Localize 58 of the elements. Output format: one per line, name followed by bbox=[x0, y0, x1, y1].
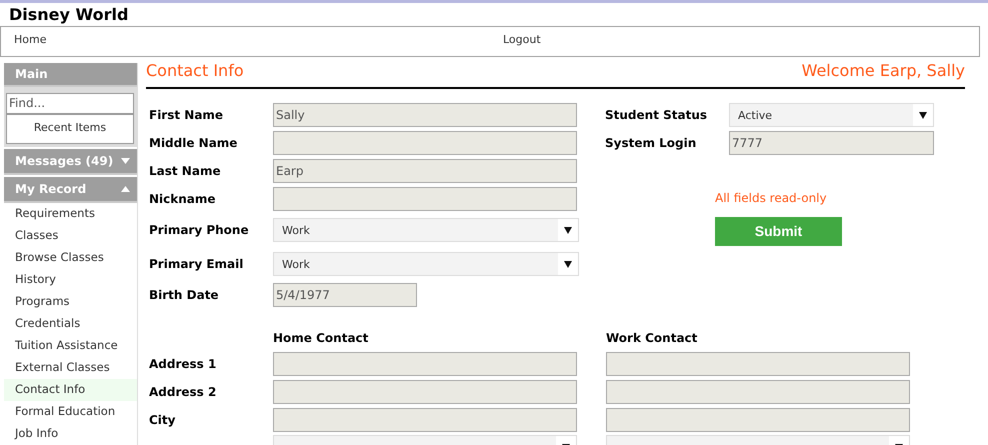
sidebar-item[interactable]: History bbox=[4, 269, 137, 291]
field-label: City bbox=[149, 413, 176, 427]
section-label: My Record bbox=[15, 181, 86, 198]
dropdown-field[interactable]: Work bbox=[273, 252, 579, 276]
dropdown-arrow-icon bbox=[564, 260, 572, 268]
sidebar-item[interactable]: Browse Classes bbox=[4, 247, 137, 269]
input-field[interactable]: Sally bbox=[273, 103, 577, 127]
input-field[interactable] bbox=[606, 380, 910, 404]
sidebar-item[interactable]: Credentials bbox=[4, 313, 137, 335]
dropdown-arrow-icon bbox=[564, 226, 572, 234]
app-title: Disney World bbox=[9, 5, 128, 25]
sidebar-item[interactable]: Classes bbox=[4, 225, 137, 247]
input-field[interactable] bbox=[273, 352, 577, 376]
nav-link[interactable]: Logout bbox=[503, 32, 541, 48]
section-label: Messages (49) bbox=[15, 153, 114, 170]
input-field[interactable]: Earp bbox=[273, 159, 577, 183]
sidebar-item[interactable]: Programs bbox=[4, 291, 137, 313]
field-label: System Login bbox=[605, 135, 698, 152]
field-label: First Name bbox=[149, 107, 224, 124]
dropdown-field[interactable]: Work bbox=[273, 218, 579, 242]
read-only-note: All fields read-only bbox=[715, 190, 827, 207]
dropdown-value: Active bbox=[738, 108, 772, 124]
sidebar-item[interactable]: Job Info bbox=[4, 423, 137, 445]
find-field[interactable]: Find... bbox=[6, 92, 134, 114]
field-label: Student Status bbox=[605, 107, 708, 124]
field-label: Primary Phone bbox=[149, 222, 250, 239]
dropdown-field[interactable]: Active bbox=[729, 103, 934, 127]
dropdown-value: Work bbox=[282, 222, 310, 239]
page-title: Contact Info bbox=[146, 60, 244, 82]
input-field[interactable] bbox=[273, 380, 577, 404]
caret-icon bbox=[121, 186, 130, 192]
dropdown-value: Work bbox=[282, 256, 310, 273]
field-label: Nickname bbox=[149, 191, 217, 208]
field-label: Address 2 bbox=[149, 385, 216, 399]
recent-items-box[interactable]: Recent Items bbox=[6, 114, 134, 144]
field-label: Primary Email bbox=[149, 256, 244, 273]
column-header: Home Contact bbox=[273, 330, 370, 347]
date-field[interactable]: 5/4/1977 bbox=[273, 283, 417, 307]
sidebar-item[interactable]: External Classes bbox=[4, 357, 137, 379]
column-header: Work Contact bbox=[606, 330, 698, 347]
nav-link[interactable]: Home bbox=[14, 32, 503, 48]
welcome-text: Welcome Earp, Sally bbox=[802, 60, 965, 82]
field-label: Last Name bbox=[149, 163, 222, 180]
input-field[interactable] bbox=[273, 131, 577, 155]
input-field[interactable] bbox=[273, 187, 577, 211]
sidebar-item[interactable]: Requirements bbox=[4, 203, 137, 225]
field-label: Birth Date bbox=[149, 287, 220, 304]
dropdown-arrow-icon bbox=[919, 112, 927, 118]
input-field[interactable] bbox=[273, 408, 577, 432]
sidebar-item[interactable]: Contact Info bbox=[4, 379, 137, 401]
input-field[interactable] bbox=[606, 352, 910, 376]
field-label: Address 1 bbox=[149, 357, 216, 371]
caret-icon bbox=[121, 158, 130, 164]
sidebar-item[interactable]: Tuition Assistance bbox=[4, 335, 137, 357]
sidebar-item[interactable]: Formal Education bbox=[4, 401, 137, 423]
input-field[interactable] bbox=[606, 408, 910, 432]
input-field[interactable]: 7777 bbox=[729, 131, 934, 155]
field-label: Middle Name bbox=[149, 135, 238, 152]
